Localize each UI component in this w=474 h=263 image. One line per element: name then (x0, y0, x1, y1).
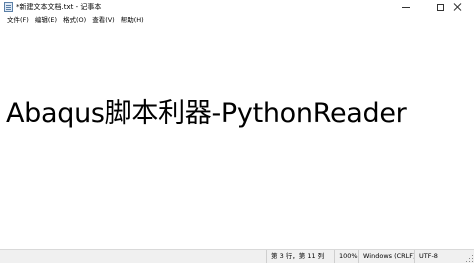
notepad-app-icon (4, 2, 13, 12)
title-bar[interactable]: *新建文本文档.txt - 记事本 (0, 0, 474, 14)
line-ending: Windows (CRLF) (358, 250, 416, 263)
editor-text-line[interactable]: Abaqus脚本利器-PythonReader (6, 97, 407, 131)
status-bar: 第 3 行，第 11 列 100% Windows (CRLF) UTF-8 (0, 249, 474, 263)
menu-file[interactable]: 文件(F) (4, 14, 32, 26)
resize-grip-icon[interactable] (465, 254, 473, 262)
close-button[interactable] (440, 0, 474, 14)
menu-bar: 文件(F) 编辑(E) 格式(O) 查看(V) 帮助(H) (0, 14, 474, 26)
menu-view[interactable]: 查看(V) (89, 14, 118, 26)
minimize-icon (402, 6, 410, 8)
zoom-level: 100% (334, 250, 358, 263)
close-icon (453, 3, 461, 11)
window-title: *新建文本文档.txt - 记事本 (16, 3, 102, 11)
menu-help[interactable]: 帮助(H) (118, 14, 147, 26)
cursor-position: 第 3 行，第 11 列 (266, 250, 334, 263)
menu-format[interactable]: 格式(O) (60, 14, 89, 26)
menu-edit[interactable]: 编辑(E) (32, 14, 60, 26)
text-editor-area[interactable]: Abaqus脚本利器-PythonReader (0, 26, 474, 249)
minimize-button[interactable] (389, 0, 423, 14)
